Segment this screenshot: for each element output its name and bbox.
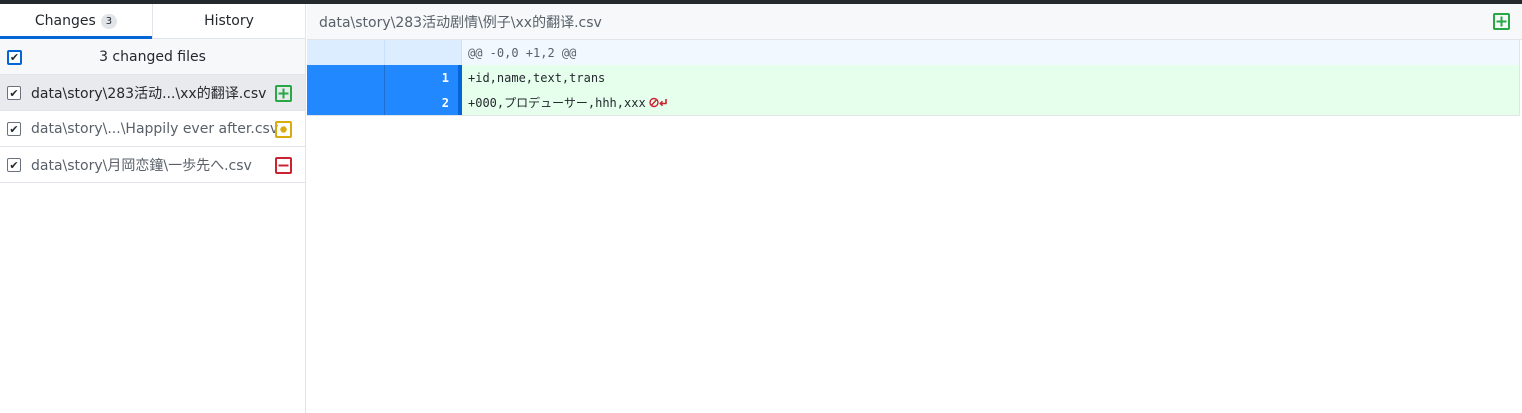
diff-line-text: +000,プロデューサー,hhh,xxx <box>468 96 646 110</box>
new-line-number <box>385 40 462 65</box>
diff-file-header: data\story\283活动剧情\例子\xx的翻译.csv <box>307 4 1522 40</box>
tab-changes[interactable]: Changes 3 <box>0 4 153 39</box>
diff-line[interactable]: 1 +id,name,text,trans <box>307 65 1519 90</box>
file-path: data\story\283活动...\xx的翻译.csv <box>31 85 267 102</box>
changed-files-header: ✔ 3 changed files <box>0 39 305 75</box>
no-newline-icon <box>648 97 668 108</box>
changes-sidebar: Changes 3 History ✔ 3 changed files ✔ da… <box>0 4 306 413</box>
old-line-number[interactable] <box>307 90 385 115</box>
file-include-checkbox[interactable]: ✔ <box>7 158 21 172</box>
new-line-number[interactable]: 1 <box>385 65 462 90</box>
tab-history[interactable]: History <box>153 4 305 38</box>
file-added-icon <box>1493 13 1510 30</box>
file-added-icon <box>275 85 292 102</box>
file-include-checkbox[interactable]: ✔ <box>7 122 21 136</box>
hunk-header-row: @@ -0,0 +1,2 @@ <box>307 40 1519 65</box>
changes-count-badge: 3 <box>100 13 118 29</box>
diff-line-content: +000,プロデューサー,hhh,xxx <box>462 90 1519 115</box>
file-path: data\story\月岡恋鐘\一歩先へ.csv <box>31 157 252 174</box>
changed-files-summary: 3 changed files <box>99 48 206 65</box>
old-line-number[interactable] <box>307 65 385 90</box>
new-line-number[interactable]: 2 <box>385 90 462 115</box>
diff-line-text: +id,name,text,trans <box>468 70 606 85</box>
hunk-header: @@ -0,0 +1,2 @@ <box>462 40 1519 65</box>
diff-line-content: +id,name,text,trans <box>462 65 1519 90</box>
tab-history-label: History <box>204 13 254 29</box>
diff-file-path: data\story\283活动剧情\例子\xx的翻译.csv <box>319 14 602 31</box>
file-modified-icon <box>275 121 292 138</box>
file-list-item[interactable]: ✔ data\story\月岡恋鐘\一歩先へ.csv <box>0 147 305 183</box>
diff-panel: data\story\283活动剧情\例子\xx的翻译.csv @@ -0,0 … <box>307 4 1522 413</box>
select-all-checkbox[interactable]: ✔ <box>7 50 22 65</box>
old-line-number <box>307 40 385 65</box>
file-list-item[interactable]: ✔ data\story\...\Happily ever after.csv <box>0 111 305 147</box>
tab-changes-label: Changes <box>34 13 96 29</box>
file-include-checkbox[interactable]: ✔ <box>7 86 21 100</box>
file-list-item[interactable]: ✔ data\story\283活动...\xx的翻译.csv <box>0 75 305 111</box>
file-deleted-icon <box>275 157 292 174</box>
diff-table: @@ -0,0 +1,2 @@ 1 +id,name,text,trans 2 … <box>307 40 1520 116</box>
sidebar-tabs: Changes 3 History <box>0 4 305 39</box>
file-path: data\story\...\Happily ever after.csv <box>31 120 279 137</box>
diff-divider <box>307 115 1519 116</box>
diff-line[interactable]: 2 +000,プロデューサー,hhh,xxx <box>307 90 1519 115</box>
